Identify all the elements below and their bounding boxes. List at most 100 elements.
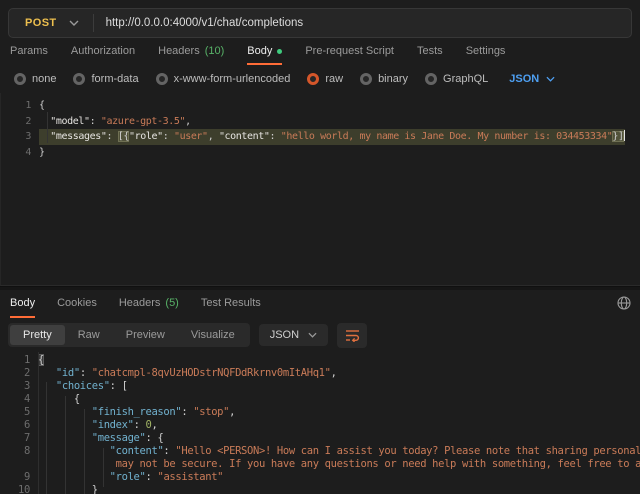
view-mode-visualize[interactable]: Visualize bbox=[178, 325, 248, 345]
request-body-editor[interactable]: 1{2 "model": "azure-gpt-3.5",3 "messages… bbox=[0, 93, 640, 286]
chevron-down-icon bbox=[546, 76, 555, 82]
body-type-form-data[interactable]: form-data bbox=[73, 73, 138, 85]
token: , bbox=[152, 419, 158, 431]
tab-label: Settings bbox=[466, 45, 506, 57]
code-text: "content": "Hello <PERSON>! How can I as… bbox=[38, 445, 640, 458]
code-line: 4 { bbox=[0, 393, 640, 406]
code-line: 5 "finish_reason": "stop", bbox=[0, 406, 640, 419]
token: "assistant" bbox=[157, 471, 223, 483]
wrap-text-icon bbox=[345, 329, 360, 342]
body-type-graphql[interactable]: GraphQL bbox=[425, 73, 488, 85]
body-type-raw[interactable]: raw bbox=[307, 73, 343, 85]
code-line: 2 "id": "chatcmpl-8qvUzHODstrNQFDdRkrnv0… bbox=[0, 367, 640, 380]
request-url-bar: POST http://0.0.0.0:4000/v1/chat/complet… bbox=[8, 8, 632, 38]
response-tab-body[interactable]: Body bbox=[10, 290, 35, 318]
tab-label: Headers bbox=[158, 45, 200, 57]
token: "chatcmpl-8qvUzHODstrNQFDdRkrnv0mItAHq1" bbox=[92, 367, 331, 379]
line-number: 4 bbox=[0, 393, 38, 406]
body-type-binary[interactable]: binary bbox=[360, 73, 408, 85]
globe-icon[interactable] bbox=[617, 296, 631, 315]
line-number: 8 bbox=[0, 445, 38, 458]
token: "finish_reason" bbox=[92, 406, 182, 418]
line-number: 2 bbox=[1, 114, 39, 130]
tab-headers[interactable]: Headers(10) bbox=[158, 39, 224, 65]
radio-label: x-www-form-urlencoded bbox=[174, 73, 291, 85]
token: , bbox=[208, 131, 219, 142]
radio-icon bbox=[73, 73, 85, 85]
token: : bbox=[146, 471, 158, 483]
tab-body[interactable]: Body bbox=[247, 39, 282, 65]
token: : bbox=[106, 131, 117, 142]
view-mode-preview[interactable]: Preview bbox=[113, 325, 178, 345]
token: : { bbox=[146, 432, 164, 444]
chevron-down-icon bbox=[308, 332, 317, 338]
radio-icon bbox=[425, 73, 437, 85]
view-mode-switcher: PrettyRawPreviewVisualize bbox=[8, 323, 250, 347]
tab-label: Authorization bbox=[71, 45, 135, 57]
token: : bbox=[270, 131, 281, 142]
postman-window: POST http://0.0.0.0:4000/v1/chat/complet… bbox=[0, 0, 640, 494]
body-type-none[interactable]: none bbox=[14, 73, 56, 85]
token: : [ bbox=[110, 380, 128, 392]
code-text: { bbox=[38, 393, 80, 406]
line-number: 1 bbox=[0, 354, 38, 367]
code-text: "index": 0, bbox=[38, 419, 157, 432]
tab-tests[interactable]: Tests bbox=[417, 39, 443, 65]
code-text: "message": { bbox=[38, 432, 163, 445]
token: "role" bbox=[110, 471, 146, 483]
url-input[interactable]: http://0.0.0.0:4000/v1/chat/completions bbox=[94, 17, 304, 29]
token: "Hello <PERSON>! How can I assist you to… bbox=[175, 445, 640, 457]
radio-label: GraphQL bbox=[443, 73, 488, 85]
token: "content" bbox=[219, 131, 270, 142]
token: : bbox=[90, 116, 101, 127]
request-tabs: Params Authorization Headers(10) Body Pre-re… bbox=[0, 39, 640, 65]
language-selector[interactable]: JSON bbox=[509, 73, 555, 85]
response-tab-cookies[interactable]: Cookies bbox=[57, 290, 97, 318]
tab-pre-request-script[interactable]: Pre-request Script bbox=[305, 39, 394, 65]
token: { bbox=[39, 100, 45, 111]
chevron-down-icon[interactable] bbox=[69, 20, 79, 26]
token: }] bbox=[612, 131, 623, 142]
tab-label: Params bbox=[10, 45, 48, 57]
code-line: 10 } bbox=[0, 484, 640, 494]
token bbox=[39, 131, 50, 142]
radio-label: binary bbox=[378, 73, 408, 85]
response-tab-test-results[interactable]: Test Results bbox=[201, 290, 261, 318]
line-number: 2 bbox=[0, 367, 38, 380]
token bbox=[38, 445, 110, 457]
token: "hello world, my name is Jane Doe. My nu… bbox=[281, 131, 613, 142]
token: "index" bbox=[92, 419, 134, 431]
code-line: 6 "index": 0, bbox=[0, 419, 640, 432]
response-body-viewer[interactable]: 1 {2 "id": "chatcmpl-8qvUzHODstrNQFDdRkrn… bbox=[0, 352, 640, 494]
response-format-selector[interactable]: JSON bbox=[259, 324, 328, 346]
response-tab-headers[interactable]: Headers(5) bbox=[119, 290, 179, 318]
line-number: 5 bbox=[0, 406, 38, 419]
method-selector[interactable]: POST bbox=[9, 17, 69, 29]
tab-authorization[interactable]: Authorization bbox=[71, 39, 135, 65]
token: "message" bbox=[92, 432, 146, 444]
gutter-divider bbox=[38, 352, 39, 494]
view-mode-pretty[interactable]: Pretty bbox=[10, 325, 65, 345]
radio-icon bbox=[156, 73, 168, 85]
token: : bbox=[163, 131, 174, 142]
code-text: "id": "chatcmpl-8qvUzHODstrNQFDdRkrnv0mI… bbox=[38, 367, 337, 380]
code-text: "messages": [{"role": "user", "content":… bbox=[39, 129, 625, 145]
token: [{ bbox=[118, 131, 129, 142]
wrap-text-button[interactable] bbox=[337, 323, 367, 348]
line-number: 4 bbox=[1, 145, 39, 161]
body-type-options: none form-data x-www-form-urlencoded raw bin… bbox=[14, 73, 488, 85]
token: "stop" bbox=[193, 406, 229, 418]
code-line: 3 "choices": [ bbox=[0, 380, 640, 393]
token: : bbox=[163, 445, 175, 457]
token: : bbox=[181, 406, 193, 418]
body-type-x-www-form-urlencoded[interactable]: x-www-form-urlencoded bbox=[156, 73, 291, 85]
token bbox=[38, 367, 56, 379]
tab-params[interactable]: Params bbox=[10, 39, 48, 65]
code-line: 7 "message": { bbox=[0, 432, 640, 445]
radio-icon bbox=[307, 73, 319, 85]
tab-settings[interactable]: Settings bbox=[466, 39, 506, 65]
view-mode-raw[interactable]: Raw bbox=[65, 325, 113, 345]
tab-label: Body bbox=[247, 45, 272, 57]
code-line: 2 "model": "azure-gpt-3.5", bbox=[1, 114, 640, 130]
token: "choices" bbox=[56, 380, 110, 392]
